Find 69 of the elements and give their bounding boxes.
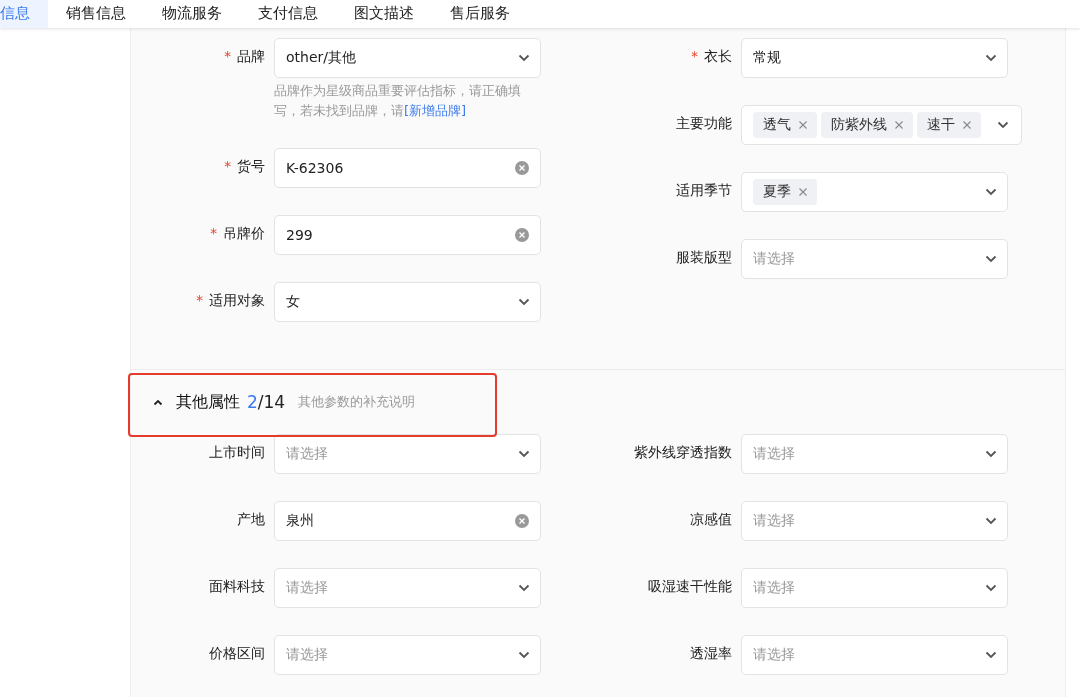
required-mark: * (691, 48, 698, 64)
tab[interactable]: 信息 (0, 0, 48, 28)
clear-icon (514, 513, 530, 529)
field-label: 凉感值 (690, 511, 732, 529)
chevron-down-icon (985, 255, 997, 263)
chevron-down-icon (518, 298, 530, 306)
tab[interactable]: 图文描述 (336, 4, 432, 28)
field-label: 适用季节 (676, 182, 732, 200)
chevron-down-icon (518, 450, 530, 458)
tag-text: 防紫外线 (831, 116, 887, 134)
caret-up-icon[interactable] (153, 398, 163, 406)
input-field[interactable]: 泉州 (274, 501, 541, 541)
tag-chip[interactable]: 夏季 (753, 179, 817, 205)
tab[interactable]: 物流服务 (144, 4, 240, 28)
select-field[interactable]: other/其他 (274, 38, 541, 78)
multi-select-field[interactable]: 透气 防紫外线 速干 (741, 105, 1022, 145)
chevron-down-icon (985, 584, 997, 592)
input-field[interactable]: 299 (274, 215, 541, 255)
required-mark: * (224, 158, 231, 174)
close-icon (895, 121, 903, 129)
field-label: 吊牌价 (223, 225, 265, 243)
field-label: 服装版型 (676, 249, 732, 267)
tag-chip[interactable]: 速干 (917, 112, 981, 138)
tab[interactable]: 支付信息 (240, 4, 336, 28)
section-description: 其他参数的补充说明 (298, 393, 416, 411)
field-label: 吸湿速干性能 (648, 578, 732, 596)
close-icon (799, 121, 807, 129)
multi-select-field[interactable]: 夏季 (741, 172, 1008, 212)
field-label: 品牌 (237, 48, 265, 66)
field-label: 紫外线穿透指数 (634, 444, 732, 462)
tag-chip[interactable]: 透气 (753, 112, 817, 138)
tag-text: 速干 (927, 116, 955, 134)
chevron-down-icon (985, 188, 997, 196)
add-brand-link[interactable]: [新增品牌] (404, 103, 467, 118)
chevron-down-icon (518, 54, 530, 62)
required-mark: * (224, 48, 231, 64)
tab[interactable]: 售后服务 (432, 4, 528, 28)
tag-text: 透气 (763, 116, 791, 134)
tag-text: 夏季 (763, 183, 791, 201)
input-field[interactable]: K-62306 (274, 148, 541, 188)
chevron-down-icon (985, 54, 997, 62)
field-label: 透湿率 (690, 645, 732, 663)
chevron-down-icon (985, 517, 997, 525)
tag-chip[interactable]: 防紫外线 (821, 112, 913, 138)
field-label: 货号 (237, 158, 265, 176)
chevron-down-icon (985, 450, 997, 458)
field-label: 价格区间 (209, 645, 265, 663)
select-field[interactable]: 女 (274, 282, 541, 322)
field-label: 主要功能 (676, 115, 732, 133)
field-label: 上市时间 (209, 444, 265, 462)
clear-icon (514, 227, 530, 243)
chevron-down-icon (997, 121, 1009, 129)
field-label: 产地 (237, 511, 265, 529)
hint-text: 品牌作为星级商品重要评估指标，请正确填写，若未找到品牌，请[新增品牌] (274, 82, 522, 120)
close-icon (799, 188, 807, 196)
chevron-down-icon (518, 584, 530, 592)
chevron-down-icon (518, 651, 530, 659)
field-label: 适用对象 (209, 292, 265, 310)
required-mark: * (210, 225, 217, 241)
required-mark: * (196, 292, 203, 308)
tab[interactable]: 销售信息 (48, 4, 144, 28)
close-icon (963, 121, 971, 129)
field-label: 面料科技 (209, 578, 265, 596)
clear-icon (514, 160, 530, 176)
chevron-down-icon (985, 651, 997, 659)
section-title: 其他属性 (176, 391, 240, 413)
filled-count: 2/14 (247, 392, 286, 412)
select-field[interactable]: 常规 (741, 38, 1008, 78)
field-label: 衣长 (704, 48, 732, 66)
